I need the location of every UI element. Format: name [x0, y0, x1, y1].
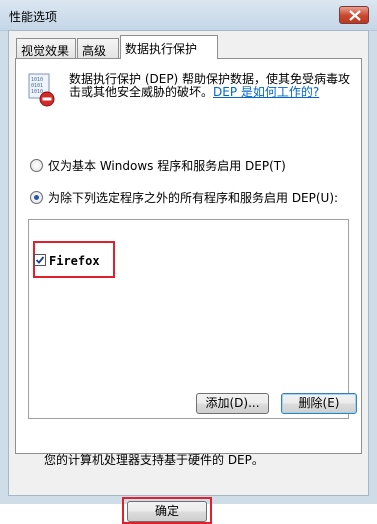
dep-tab-panel: 1010 0101 1010 数据执行保护 (DEP) 帮助保护数据，使其免受病…	[15, 58, 362, 467]
annotation-highlight-ok	[122, 497, 212, 524]
close-icon	[349, 10, 361, 21]
firefox-checkbox[interactable]	[34, 254, 46, 266]
close-button[interactable]	[339, 6, 369, 24]
radio-basic-label: 仅为基本 Windows 程序和服务启用 DEP(T)	[48, 159, 286, 173]
remove-button[interactable]: 删除(E)	[281, 393, 357, 414]
checkmark-icon	[35, 256, 45, 264]
tab-advanced[interactable]: 高级	[77, 38, 119, 58]
dialog-client-area: 视觉效果 高级 数据执行保护 1010 0101 1010 数据执行保护 (DE…	[8, 30, 369, 524]
performance-options-window: 性能选项 视觉效果 高级 数据执行保护 1010 0101 1010 数据执行保…	[0, 0, 377, 524]
tab-data-execution-prevention[interactable]: 数据执行保护	[120, 35, 218, 59]
title-bar[interactable]: 性能选项	[0, 0, 377, 31]
list-item-firefox[interactable]: Firefox	[34, 254, 100, 268]
radio-basic-programs[interactable]: 仅为基本 Windows 程序和服务启用 DEP(T)	[30, 157, 286, 174]
add-button[interactable]: 添加(D)...	[196, 393, 269, 414]
radio-button-all[interactable]	[30, 191, 43, 204]
list-item-label: Firefox	[49, 254, 100, 268]
radio-all-label: 为除下列选定程序之外的所有程序和服务启用 DEP(U):	[48, 191, 339, 205]
radio-button-basic[interactable]	[30, 159, 43, 172]
radio-all-programs[interactable]: 为除下列选定程序之外的所有程序和服务启用 DEP(U):	[30, 189, 338, 206]
window-title: 性能选项	[9, 10, 58, 24]
dep-description: 数据执行保护 (DEP) 帮助保护数据，使其免受病毒攻击或其他安全威胁的破坏。D…	[69, 73, 357, 99]
hardware-dep-note: 您的计算机处理器支持基于硬件的 DEP。	[44, 453, 264, 467]
dep-help-link[interactable]: DEP 是如何工作的?	[213, 85, 319, 99]
tab-visual-effects[interactable]: 视觉效果	[16, 38, 76, 58]
dep-shield-icon: 1010 0101 1010	[28, 73, 55, 107]
svg-text:1010: 1010	[31, 89, 43, 95]
